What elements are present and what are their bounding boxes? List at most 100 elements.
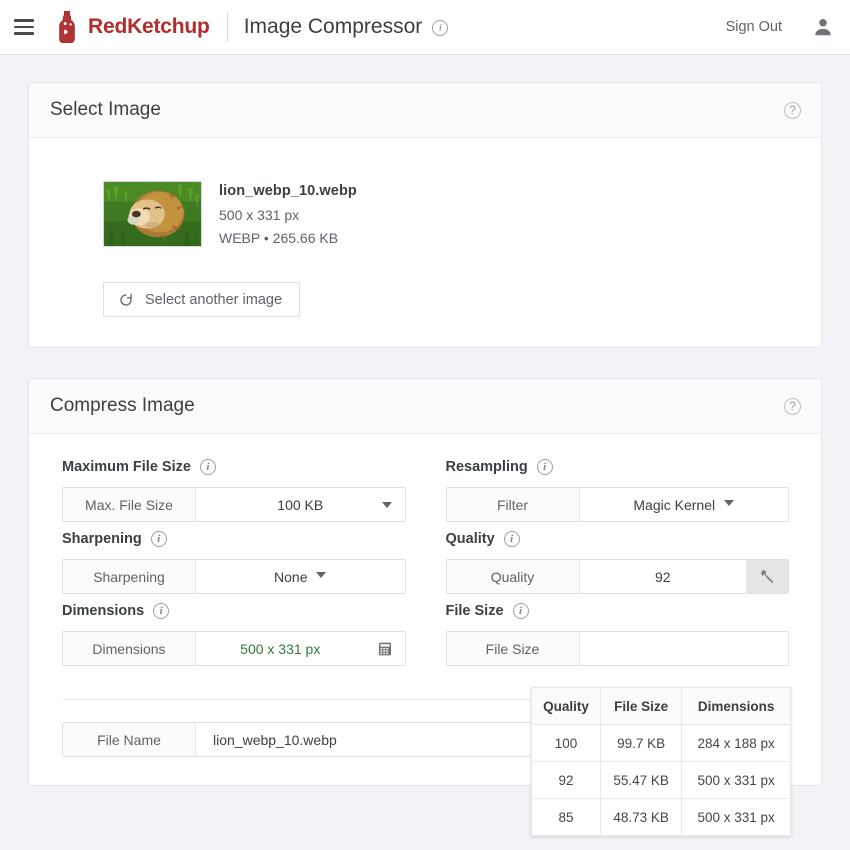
file-size-label: File Size <box>445 603 504 619</box>
select-another-image-label: Select another image <box>145 291 283 308</box>
brand-logo-link[interactable]: RedKetchup <box>56 10 210 44</box>
dimensions-control[interactable]: Dimensions 500 x 331 px <box>62 631 406 666</box>
quality-label-row: Quality i <box>446 531 790 547</box>
calculator-icon <box>378 642 391 655</box>
table-row[interactable]: 85 48.73 KB 500 x 331 px <box>531 798 791 836</box>
table-row[interactable]: 100 99.7 KB 284 x 188 px <box>531 724 791 762</box>
sharpening-value: None <box>274 568 308 585</box>
info-icon[interactable]: i <box>153 603 170 619</box>
resampling-label: Resampling <box>445 459 528 475</box>
cell-file-size: 99.7 KB <box>599 724 683 762</box>
table-header-row: Quality File Size Dimensions <box>531 687 791 725</box>
sign-out-link[interactable]: Sign Out <box>726 19 782 35</box>
quality-label: Quality <box>445 531 495 547</box>
sharpening-control[interactable]: Sharpening None <box>62 559 406 594</box>
info-icon[interactable]: i <box>512 603 529 619</box>
max-file-size-label: Maximum File Size <box>62 459 191 475</box>
quality-magic-button[interactable] <box>746 560 788 593</box>
header-divider <box>226 12 228 42</box>
info-icon[interactable]: i <box>432 20 449 36</box>
cell-quality: 92 <box>531 761 601 799</box>
info-icon[interactable]: i <box>536 459 553 475</box>
sharpening-label-row: Sharpening i <box>62 531 406 547</box>
hamburger-line <box>14 25 34 29</box>
file-meta: lion_webp_10.webp 500 x 331 px WEBP • 26… <box>219 181 357 247</box>
file-dimensions-text: 500 x 331 px <box>219 207 300 223</box>
dimensions-value: 500 x 331 px <box>240 640 321 657</box>
brand-name: RedKetchup <box>88 15 210 38</box>
chevron-down-icon <box>381 501 392 508</box>
chevron-down-icon <box>724 499 735 506</box>
field-file-size: File Size i File Size <box>445 603 790 666</box>
cell-dimensions: 284 x 188 px <box>681 724 791 762</box>
reload-icon <box>120 293 132 306</box>
file-name-text: lion_webp_10.webp <box>219 183 357 199</box>
cell-quality: 85 <box>531 798 601 836</box>
resampling-select[interactable]: Magic Kernel <box>580 488 789 521</box>
max-file-size-select[interactable]: 100 KB <box>196 488 405 521</box>
quality-control-label: Quality <box>446 560 580 593</box>
field-max-file-size: Maximum File Size i Max. File Size 100 K… <box>62 459 406 522</box>
resampling-label-row: Resampling i <box>446 459 790 475</box>
sharpening-label: Sharpening <box>62 531 142 547</box>
field-sharpening: Sharpening i Sharpening None <box>62 531 406 594</box>
compress-form: Maximum File Size i Max. File Size 100 K… <box>29 434 821 675</box>
table-row[interactable]: 92 55.47 KB 500 x 331 px <box>531 761 791 799</box>
file-name-control-label: File Name <box>63 723 196 756</box>
max-file-size-control[interactable]: Max. File Size 100 KB <box>62 487 406 522</box>
file-size-label-row: File Size i <box>446 603 790 619</box>
col-quality: Quality <box>531 687 601 725</box>
dimensions-label-row: Dimensions i <box>62 603 406 619</box>
cell-dimensions: 500 x 331 px <box>681 761 791 799</box>
max-file-size-label-row: Maximum File Size i <box>62 459 406 475</box>
select-image-body: lion_webp_10.webp 500 x 331 px WEBP • 26… <box>29 138 821 347</box>
select-image-title: Select Image <box>50 99 161 120</box>
file-size-control-label: File Size <box>446 632 580 665</box>
info-icon[interactable]: i <box>503 531 520 547</box>
file-size-control[interactable]: File Size <box>445 631 789 666</box>
select-image-card-header: Select Image ? <box>29 83 821 138</box>
cell-dimensions: 500 x 331 px <box>681 798 791 836</box>
dimensions-calculator-button[interactable] <box>364 632 405 665</box>
file-format-size-text: WEBP • 265.66 KB <box>219 230 339 246</box>
reselect-wrapper: Select another image <box>29 247 821 347</box>
file-size-input[interactable] <box>580 632 789 665</box>
sharpening-control-label: Sharpening <box>63 560 196 593</box>
quality-suggestions-table[interactable]: Quality File Size Dimensions 100 99.7 KB… <box>531 687 791 836</box>
hamburger-line <box>14 19 34 22</box>
lion-thumbnail[interactable] <box>103 181 202 247</box>
field-dimensions: Dimensions i Dimensions 500 x 331 px <box>62 603 406 666</box>
col-dimensions: Dimensions <box>681 687 791 725</box>
help-icon[interactable]: ? <box>784 397 801 415</box>
select-image-card: Select Image ? lion_webp_10.webp 500 x 3… <box>28 82 822 348</box>
dimensions-control-label: Dimensions <box>63 632 196 665</box>
page-content: Select Image ? lion_webp_10.webp 500 x 3… <box>0 55 850 836</box>
sharpening-select[interactable]: None <box>196 560 405 593</box>
quality-value: 92 <box>654 568 671 585</box>
quality-control[interactable]: Quality 92 <box>445 559 789 594</box>
hamburger-menu-icon[interactable] <box>14 14 40 40</box>
magic-wand-icon <box>760 569 774 584</box>
user-account-icon[interactable] <box>812 16 834 38</box>
max-file-size-value: 100 KB <box>277 496 324 513</box>
dimensions-label: Dimensions <box>62 603 145 619</box>
app-header: RedKetchup Image Compressor i Sign Out <box>0 0 850 55</box>
col-file-size: File Size <box>599 687 683 725</box>
selected-file-row: lion_webp_10.webp 500 x 331 px WEBP • 26… <box>29 160 821 247</box>
max-file-size-control-label: Max. File Size <box>63 488 196 521</box>
dimensions-input[interactable]: 500 x 331 px <box>196 632 365 665</box>
info-icon[interactable]: i <box>150 531 167 547</box>
field-resampling: Resampling i Filter Magic Kernel <box>445 459 790 522</box>
resampling-control[interactable]: Filter Magic Kernel <box>445 487 789 522</box>
help-icon[interactable]: ? <box>784 101 801 119</box>
file-name-control[interactable]: File Name lion_webp_10.webp <box>62 722 608 757</box>
quality-input[interactable]: 92 <box>580 560 747 593</box>
resampling-control-label: Filter <box>446 488 580 521</box>
field-quality: Quality i Quality 92 <box>445 531 790 594</box>
ketchup-bottle-icon <box>59 11 75 43</box>
resampling-value: Magic Kernel <box>633 496 716 513</box>
cell-file-size: 48.73 KB <box>599 798 683 836</box>
cell-quality: 100 <box>531 724 601 762</box>
select-another-image-button[interactable]: Select another image <box>103 282 301 317</box>
info-icon[interactable]: i <box>199 459 216 475</box>
